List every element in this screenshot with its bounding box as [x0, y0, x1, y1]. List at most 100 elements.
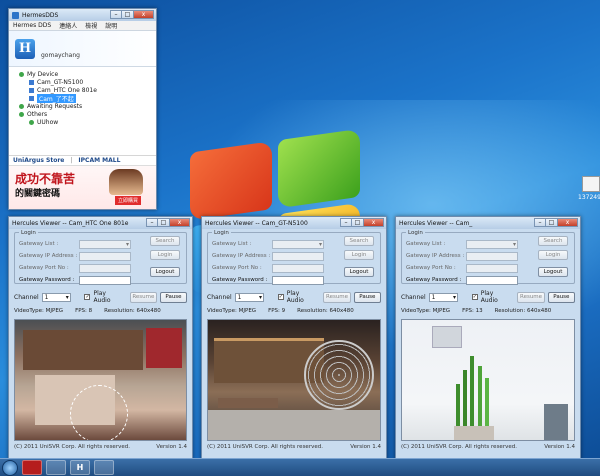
close-button[interactable]: x — [364, 218, 384, 227]
gateway-list-dropdown[interactable] — [466, 239, 518, 249]
gateway-ip-input[interactable] — [466, 251, 518, 261]
login-group: Login Gateway List : Gateway IP Address … — [207, 230, 381, 285]
minimize-button[interactable]: – — [340, 218, 352, 227]
minimize-button[interactable]: – — [110, 10, 122, 19]
hercules-viewer-1: Hercules Viewer -- Cam_HTC One 801e – □ … — [8, 216, 193, 460]
login-button[interactable]: Login — [538, 250, 568, 260]
pause-button[interactable]: Pause — [353, 291, 381, 303]
explorer-icon[interactable] — [46, 460, 66, 475]
version-text: Version 1.4 — [156, 444, 187, 450]
gateway-port-input[interactable] — [272, 263, 324, 273]
close-button[interactable]: x — [558, 218, 578, 227]
viewer-titlebar[interactable]: Hercules Viewer -- Cam_GT-N5100 – □ x — [202, 217, 386, 229]
maximize-button[interactable]: □ — [158, 218, 170, 227]
resume-button[interactable]: Resume — [323, 291, 351, 303]
profile-banner: H gomaychang — [9, 31, 156, 67]
hermes-titlebar[interactable]: HermesDDS – □ x — [9, 9, 156, 21]
play-audio-label: Play Audio — [480, 290, 498, 304]
gateway-password-input[interactable] — [79, 275, 131, 285]
resume-button[interactable]: Resume — [517, 291, 545, 303]
minimize-button[interactable]: – — [534, 218, 546, 227]
minimize-button[interactable]: – — [146, 218, 158, 227]
ad-banner[interactable]: 成功不靠苦 的關鍵密碼 立即購買 — [9, 165, 156, 209]
gateway-password-input[interactable] — [466, 275, 518, 285]
pause-button[interactable]: Pause — [547, 291, 575, 303]
gateway-ip-label: Gateway IP Address : — [19, 253, 78, 259]
fps-readout: FPS: 8 — [75, 308, 93, 314]
play-audio-checkbox[interactable]: ✓ — [277, 294, 284, 300]
tree-item[interactable]: Others — [13, 110, 152, 118]
video-feed[interactable] — [14, 319, 187, 441]
gateway-port-input[interactable] — [79, 263, 131, 273]
video-type: VideoType: MJPEG — [207, 308, 257, 314]
hercules-viewer-2: Hercules Viewer -- Cam_GT-N5100 – □ x Lo… — [201, 216, 387, 460]
desktop-file-icon[interactable] — [582, 176, 600, 192]
maximize-button[interactable]: □ — [122, 10, 134, 19]
logout-button[interactable]: Logout — [150, 267, 180, 277]
camera-icon — [29, 87, 34, 93]
tree-item-label: Cam_HTC One 801e — [37, 86, 97, 94]
gateway-list-dropdown[interactable] — [272, 239, 324, 249]
ad-portrait — [109, 169, 143, 195]
tree-item[interactable]: Awaiting Requests — [13, 102, 152, 110]
desktop-icon-label[interactable]: 137249 — [578, 194, 600, 201]
channel-select[interactable]: 1 — [234, 292, 264, 302]
viewer-titlebar[interactable]: Hercules Viewer -- Cam_ – □ x — [396, 217, 580, 229]
logout-button[interactable]: Logout — [538, 267, 568, 277]
ipcam-mall-link[interactable]: IPCAM MALL — [78, 157, 120, 164]
gateway-list-dropdown[interactable] — [79, 239, 131, 249]
play-audio-checkbox[interactable]: ✓ — [84, 294, 91, 300]
channel-select[interactable]: 1 — [41, 292, 71, 302]
login-button[interactable]: Login — [344, 250, 374, 260]
gateway-ip-input[interactable] — [272, 251, 324, 261]
viewer-title: Hercules Viewer -- Cam_ — [399, 219, 473, 227]
pause-button[interactable]: Pause — [159, 291, 188, 303]
menu-hermes[interactable]: Hermes DDS — [13, 22, 51, 29]
search-button[interactable]: Search — [344, 236, 374, 246]
ad-title: 成功不靠苦 — [15, 172, 76, 186]
viewer-titlebar[interactable]: Hercules Viewer -- Cam_HTC One 801e – □ … — [9, 217, 192, 229]
tree-item-label: My Device — [27, 70, 59, 78]
gateway-port-label: Gateway Port No : — [19, 265, 69, 271]
logout-button[interactable]: Logout — [344, 267, 374, 277]
gateway-ip-input[interactable] — [79, 251, 131, 261]
tree-item[interactable]: Cam_GT-N5100 — [13, 78, 152, 86]
gateway-password-input[interactable] — [272, 275, 324, 285]
gateway-port-label: Gateway Port No : — [212, 265, 262, 271]
gateway-ip-label: Gateway IP Address : — [406, 253, 465, 259]
search-button[interactable]: Search — [538, 236, 568, 246]
video-feed[interactable] — [401, 319, 575, 441]
store-link[interactable]: UniArgus Store — [13, 157, 64, 164]
channel-select[interactable]: 1 — [428, 292, 458, 302]
gateway-password-label: Gateway Password : — [212, 277, 268, 283]
tree-item[interactable]: Cam_HTC One 801e — [13, 86, 152, 94]
play-audio-checkbox[interactable]: ✓ — [471, 294, 478, 300]
viewer-taskbar-icon[interactable] — [94, 460, 114, 475]
resolution-readout: Resolution: 640x480 — [494, 308, 552, 314]
maximize-button[interactable]: □ — [546, 218, 558, 227]
window-title: HermesDDS — [22, 11, 59, 19]
gateway-port-input[interactable] — [466, 263, 518, 273]
close-button[interactable]: x — [134, 10, 154, 19]
video-feed[interactable] — [207, 319, 381, 441]
tree-item[interactable]: Cam_了不起 — [13, 93, 152, 103]
ad-buy-button[interactable]: 立即購買 — [115, 196, 142, 205]
maximize-button[interactable]: □ — [352, 218, 364, 227]
hermesdds-taskbar-icon[interactable]: H — [70, 460, 90, 475]
resolution-readout: Resolution: 640x480 — [297, 308, 354, 314]
search-button[interactable]: Search — [150, 236, 180, 246]
tree-item-label: Others — [27, 110, 48, 118]
tree-item[interactable]: UUhow — [13, 118, 152, 126]
menu-view[interactable]: 檢視 — [85, 21, 97, 30]
camera-icon — [29, 79, 34, 85]
close-button[interactable]: x — [170, 218, 190, 227]
pdf-reader-icon[interactable] — [22, 460, 42, 475]
resume-button[interactable]: Resume — [129, 291, 157, 303]
ad-subtitle: 的關鍵密碼 — [15, 189, 61, 199]
login-button[interactable]: Login — [150, 250, 180, 260]
start-button[interactable] — [2, 459, 18, 476]
menu-help[interactable]: 說明 — [105, 21, 117, 30]
gateway-list-label: Gateway List : — [406, 241, 446, 247]
tree-item[interactable]: My Device — [13, 70, 152, 78]
menu-contacts[interactable]: 連絡人 — [59, 21, 77, 30]
